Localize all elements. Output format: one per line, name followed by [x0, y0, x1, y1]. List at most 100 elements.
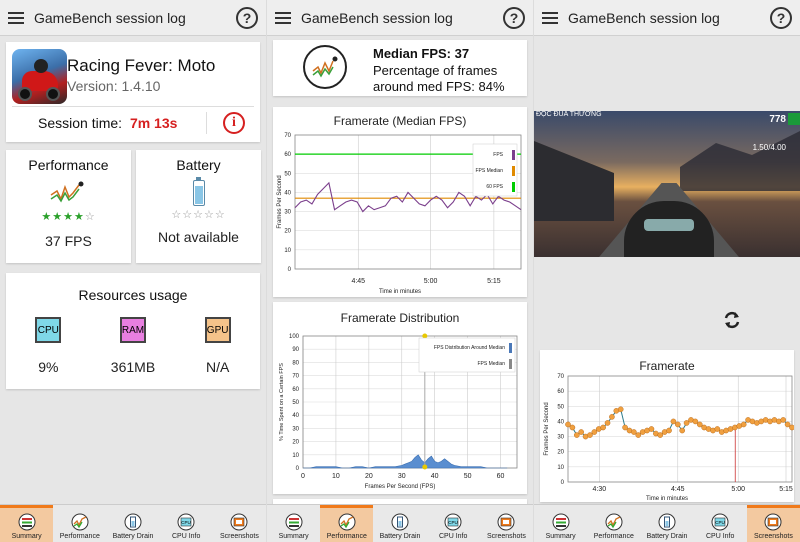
- bottom-nav: Summary Performance Battery Drain CPU CPU In…: [267, 504, 533, 542]
- nav-cpu-info[interactable]: CPU CPU Info: [160, 505, 213, 542]
- framerate-median-card: Framerate (Median FPS) 0 10 20 30 40 50 60 70 4:4…: [273, 107, 527, 297]
- cpu-info-icon: CPU: [443, 513, 463, 531]
- y-axis-label: % Time Spent on a Certain FPS: [279, 363, 285, 441]
- y-tick-label: 0: [288, 267, 292, 273]
- nav-cpu-info[interactable]: CPU CPU Info: [694, 505, 747, 542]
- star-icon: ★: [63, 211, 74, 223]
- nav-label: Summary: [11, 533, 42, 540]
- data-point: [635, 432, 642, 438]
- legend-label: FPS Distribution Around Median: [434, 345, 505, 351]
- y-tick-label: 20: [557, 450, 564, 456]
- cpu-value: 9%: [38, 359, 59, 375]
- menu-icon[interactable]: [275, 11, 291, 24]
- x-tick-label: 4:45: [671, 486, 685, 493]
- chart-title: Framerate Distribution: [341, 311, 460, 325]
- session-time-value: 7m 13s: [129, 115, 178, 131]
- nav-screenshots[interactable]: Screenshots: [480, 505, 533, 542]
- summary-icon: [284, 513, 304, 531]
- resource-gpu: GPU N/A: [183, 317, 253, 375]
- nav-screenshots[interactable]: Screenshots: [213, 505, 266, 542]
- session-time: Session time: 7m 13s: [38, 115, 177, 131]
- performance-graph-icon: [50, 181, 83, 203]
- data-point: [670, 418, 677, 425]
- performance-icon: [604, 513, 624, 531]
- percentage-line-1: Percentage of frames: [373, 63, 498, 78]
- app-bar: GameBench session log ?: [267, 0, 533, 36]
- refresh-icon[interactable]: [722, 310, 742, 330]
- x-tick-label: 20: [365, 473, 373, 480]
- y-tick-label: 50: [557, 404, 564, 410]
- nav-label: Summary: [545, 533, 576, 540]
- battery-drain-icon: [657, 513, 677, 531]
- data-point: [600, 424, 606, 431]
- y-tick-label: 10: [284, 248, 291, 254]
- nav-performance[interactable]: Performance: [587, 505, 640, 542]
- nav-summary[interactable]: Summary: [267, 505, 320, 542]
- menu-icon[interactable]: [542, 11, 558, 24]
- chart-title: Framerate: [639, 359, 695, 373]
- svg-text:CPU: CPU: [715, 520, 725, 525]
- help-icon[interactable]: ?: [770, 6, 792, 29]
- gpu-value: N/A: [205, 359, 230, 375]
- x-tick-label: 4:30: [593, 486, 607, 493]
- help-icon[interactable]: ?: [236, 6, 258, 29]
- legend-swatch: [512, 182, 515, 192]
- app-bar: GameBench session log ?: [534, 0, 800, 36]
- resources-card[interactable]: Resources usage CPU 9% RAM 361MB GPU N/A: [6, 273, 260, 389]
- session-time-label: Session time:: [38, 115, 123, 131]
- framerate-card: Framerate 0 10 20 30 40 50 60 70 4:30 4:45 5:00 5:15…: [540, 350, 795, 502]
- x-axis-label: Time in minutes: [379, 289, 421, 295]
- legend-swatch: [512, 150, 515, 160]
- nav-battery-drain[interactable]: Battery Drain: [373, 505, 426, 542]
- nav-performance[interactable]: Performance: [53, 505, 106, 542]
- data-point: [573, 432, 580, 438]
- nav-label: Screenshots: [219, 533, 259, 540]
- battery-stars: ☆☆☆☆☆: [136, 208, 261, 221]
- y-tick-label: 30: [557, 435, 564, 441]
- star-icon: ☆: [193, 209, 204, 221]
- y-tick-label: 10: [557, 465, 564, 471]
- data-point: [657, 432, 664, 438]
- screenshots-icon: [763, 513, 783, 531]
- game-icon: [12, 49, 67, 104]
- nav-battery-drain[interactable]: Battery Drain: [106, 505, 159, 542]
- framerate-distribution-chart: Framerate Distribution 0 10 20 30 40 50 60 70 80 9…: [279, 311, 518, 490]
- info-icon[interactable]: i: [223, 112, 245, 134]
- nav-cpu-info[interactable]: CPU CPU Info: [427, 505, 480, 542]
- nav-screenshots[interactable]: Screenshots: [746, 505, 800, 542]
- star-icon: ☆: [214, 209, 226, 221]
- nav-performance[interactable]: Performance: [320, 505, 374, 542]
- nav-label: CPU Info: [706, 533, 735, 540]
- nav-label: Battery Drain: [379, 533, 421, 540]
- resources-title: Resources usage: [78, 287, 188, 303]
- performance-icon: [337, 513, 357, 531]
- star-icon: ★: [73, 211, 85, 223]
- nav-label: CPU Info: [439, 533, 468, 540]
- bottom-nav: Summary Performance Battery Drain CPU CPU In…: [0, 504, 266, 542]
- y-axis-label: Frames Per Second: [544, 402, 550, 455]
- data-point: [578, 429, 584, 435]
- performance-card[interactable]: Performance ★★★★☆ 37 FPS: [6, 150, 131, 263]
- screenshots-icon: [229, 513, 249, 531]
- nav-summary[interactable]: Summary: [0, 505, 54, 542]
- y-tick-label: 40: [284, 190, 291, 196]
- x-tick-label: 60: [497, 473, 505, 480]
- screenshot-speed: 1.50/4.00: [752, 143, 786, 152]
- fps-graph-icon: [303, 45, 347, 89]
- help-icon[interactable]: ?: [503, 6, 525, 29]
- star-icon: ★: [52, 211, 64, 223]
- nav-label: Summary: [278, 533, 309, 540]
- summary-icon: [551, 513, 571, 531]
- y-tick-label: 30: [292, 426, 299, 432]
- nav-summary[interactable]: Summary: [534, 505, 587, 542]
- star-icon: ★: [41, 211, 53, 223]
- nav-battery-drain[interactable]: Battery Drain: [640, 505, 693, 542]
- x-tick-label: 5:00: [424, 278, 438, 285]
- x-axis-label: Time in minutes: [646, 496, 688, 502]
- data-point: [789, 424, 795, 431]
- menu-icon[interactable]: [8, 11, 24, 24]
- cpu-chip-icon: CPU: [35, 317, 62, 343]
- battery-card[interactable]: Battery ☆☆☆☆☆ Not available: [136, 150, 261, 263]
- game-screenshot[interactable]: ĐỘC ĐUA THƯỜNG 778 1.50/4.00: [534, 111, 800, 257]
- cpu-info-icon: CPU: [710, 513, 730, 531]
